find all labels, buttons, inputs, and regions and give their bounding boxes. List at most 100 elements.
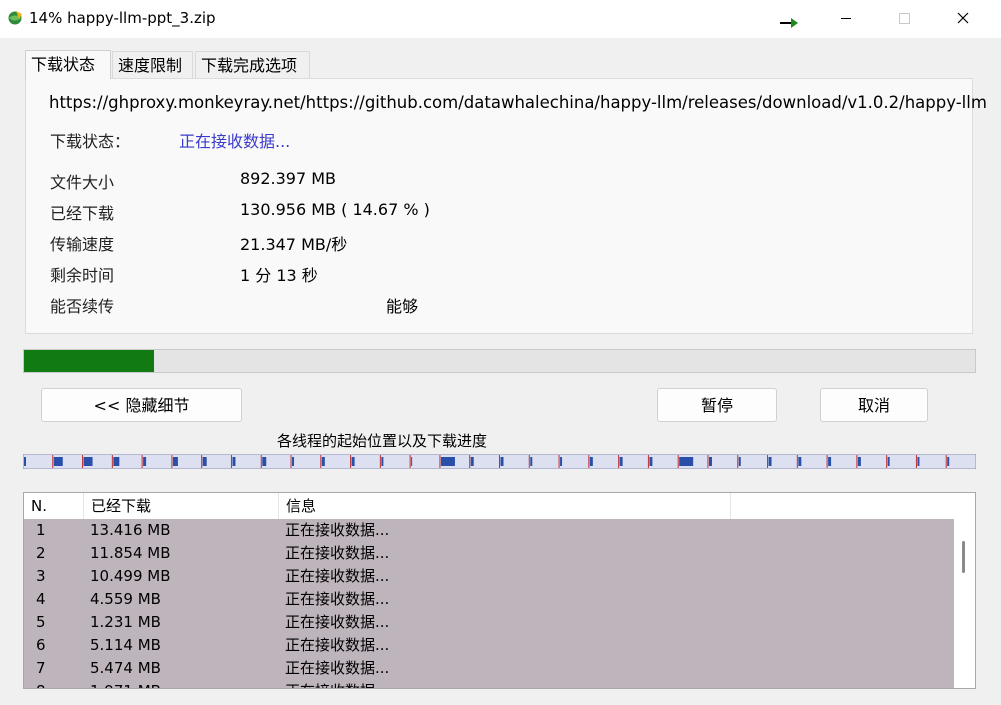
cancel-button[interactable]: 取消: [820, 388, 928, 422]
thread-progress-marker: [589, 457, 593, 466]
thread-progress-marker: [351, 457, 355, 466]
download-progress-bar: [23, 349, 976, 373]
time-left-value: 1 分 13 秒: [240, 266, 318, 285]
table-scrollbar[interactable]: [954, 519, 975, 688]
threads-caption: 各线程的起始位置以及下载进度: [277, 432, 488, 450]
thread-progress-marker: [172, 457, 178, 466]
maximize-button: [880, 0, 926, 38]
thread-progress-marker: [917, 457, 920, 466]
green-arrow-icon[interactable]: [779, 17, 799, 29]
table-body: 1 13.416 MB 正在接收数据... 2 11.854 MB 正在接收数据…: [24, 519, 954, 688]
table-row[interactable]: 4 4.559 MB 正在接收数据...: [24, 588, 954, 611]
thread-progress-marker: [560, 457, 563, 466]
thread-progress-marker: [500, 457, 504, 466]
status-value: 正在接收数据...: [179, 132, 291, 151]
row-number: 4: [36, 590, 46, 608]
row-number: 5: [36, 613, 46, 631]
thread-progress-marker: [947, 457, 950, 466]
row-number: 8: [36, 680, 46, 688]
speed-label: 传输速度: [50, 235, 115, 254]
thread-progress-marker: [768, 457, 772, 466]
thread-progress-marker: [321, 457, 325, 466]
close-icon: [957, 12, 969, 24]
thread-progress-marker: [143, 457, 147, 466]
maximize-icon: [899, 13, 910, 24]
thread-progress-marker: [292, 457, 295, 466]
row-number: 1: [36, 521, 46, 539]
row-info: 正在接收数据...: [285, 567, 390, 585]
thread-progress-marker: [679, 457, 694, 466]
close-button[interactable]: [940, 0, 986, 38]
hide-details-button[interactable]: << 隐藏细节: [41, 388, 242, 422]
row-number: 7: [36, 659, 46, 677]
table-row[interactable]: 8 1.971 MB 正在接收数据...: [24, 680, 954, 688]
row-info: 正在接收数据...: [285, 613, 390, 631]
title-bar: 14% happy-llm-ppt_3.zip: [0, 0, 1001, 38]
thread-progress-marker: [798, 457, 802, 466]
column-header-number[interactable]: N.: [24, 493, 84, 519]
row-info: 正在接收数据...: [285, 521, 390, 539]
threads-progress-strip: [23, 454, 976, 469]
column-header-downloaded[interactable]: 已经下载: [84, 493, 279, 519]
thread-progress-marker: [828, 457, 832, 466]
resume-label: 能否续传: [50, 297, 115, 316]
row-info: 正在接收数据...: [285, 544, 390, 562]
row-info: 正在接收数据...: [285, 636, 390, 654]
time-left-label: 剩余时间: [50, 266, 115, 285]
window-title: 14% happy-llm-ppt_3.zip: [29, 9, 216, 27]
thread-progress-marker: [232, 457, 236, 466]
thread-progress-marker: [53, 457, 63, 466]
column-header-info[interactable]: 信息: [279, 493, 731, 519]
row-downloaded: 1.231 MB: [90, 613, 161, 631]
resume-value: 能够: [386, 297, 419, 316]
thread-progress-marker: [649, 457, 653, 466]
row-info: 正在接收数据...: [285, 680, 389, 688]
table-row[interactable]: 2 11.854 MB 正在接收数据...: [24, 542, 954, 565]
table-row[interactable]: 6 5.114 MB 正在接收数据...: [24, 634, 954, 657]
thread-progress-marker: [24, 457, 26, 466]
file-size-label: 文件大小: [50, 173, 115, 192]
row-downloaded: 5.114 MB: [90, 636, 161, 654]
thread-table: N. 已经下载 信息 1 13.416 MB 正在接收数据... 2 11.85…: [23, 492, 976, 689]
pause-button[interactable]: 暂停: [657, 388, 777, 422]
row-info: 正在接收数据...: [285, 659, 390, 677]
downloaded-label: 已经下载: [50, 204, 115, 223]
thread-progress-marker: [857, 457, 861, 466]
row-downloaded: 5.474 MB: [90, 659, 161, 677]
thread-progress-marker: [440, 457, 455, 466]
download-url: https://ghproxy.monkeyray.net/https://gi…: [49, 93, 987, 112]
scroll-thumb[interactable]: [962, 541, 965, 573]
status-label: 下载状态：: [50, 132, 131, 151]
thread-progress-marker: [619, 457, 623, 466]
tab-completion-options[interactable]: 下载完成选项: [195, 51, 310, 78]
row-number: 2: [36, 544, 46, 562]
thread-progress-marker: [530, 457, 533, 466]
details-panel: https://ghproxy.monkeyray.net/https://gi…: [25, 78, 987, 334]
tab-download-status[interactable]: 下载状态: [25, 50, 111, 79]
downloaded-value: 130.956 MB ( 14.67 % ): [240, 200, 430, 219]
tab-speed-limit[interactable]: 速度限制: [112, 51, 193, 78]
file-size-value: 892.397 MB: [240, 169, 337, 188]
table-row[interactable]: 3 10.499 MB 正在接收数据...: [24, 565, 954, 588]
thread-progress-marker: [381, 457, 384, 466]
row-info: 正在接收数据...: [285, 590, 390, 608]
thread-progress-marker: [262, 457, 267, 466]
thread-progress-marker: [113, 457, 120, 466]
row-downloaded: 13.416 MB: [90, 521, 171, 539]
minimize-button[interactable]: [823, 0, 869, 38]
thread-progress-marker: [708, 457, 712, 466]
progress-fill: [24, 350, 155, 372]
column-header-extra[interactable]: [731, 493, 955, 519]
table-row[interactable]: 1 13.416 MB 正在接收数据...: [24, 519, 954, 542]
speed-value: 21.347 MB/秒: [240, 235, 348, 254]
thread-progress-marker: [83, 457, 93, 466]
table-row[interactable]: 7 5.474 MB 正在接收数据...: [24, 657, 954, 680]
thread-progress-marker: [887, 457, 890, 466]
table-row[interactable]: 5 1.231 MB 正在接收数据...: [24, 611, 954, 634]
thread-progress-marker: [202, 457, 207, 466]
minimize-icon: [841, 18, 851, 19]
table-header: N. 已经下载 信息: [24, 493, 975, 519]
row-downloaded: 1.971 MB: [90, 680, 161, 688]
thread-progress-marker: [470, 457, 474, 466]
row-downloaded: 11.854 MB: [90, 544, 171, 562]
